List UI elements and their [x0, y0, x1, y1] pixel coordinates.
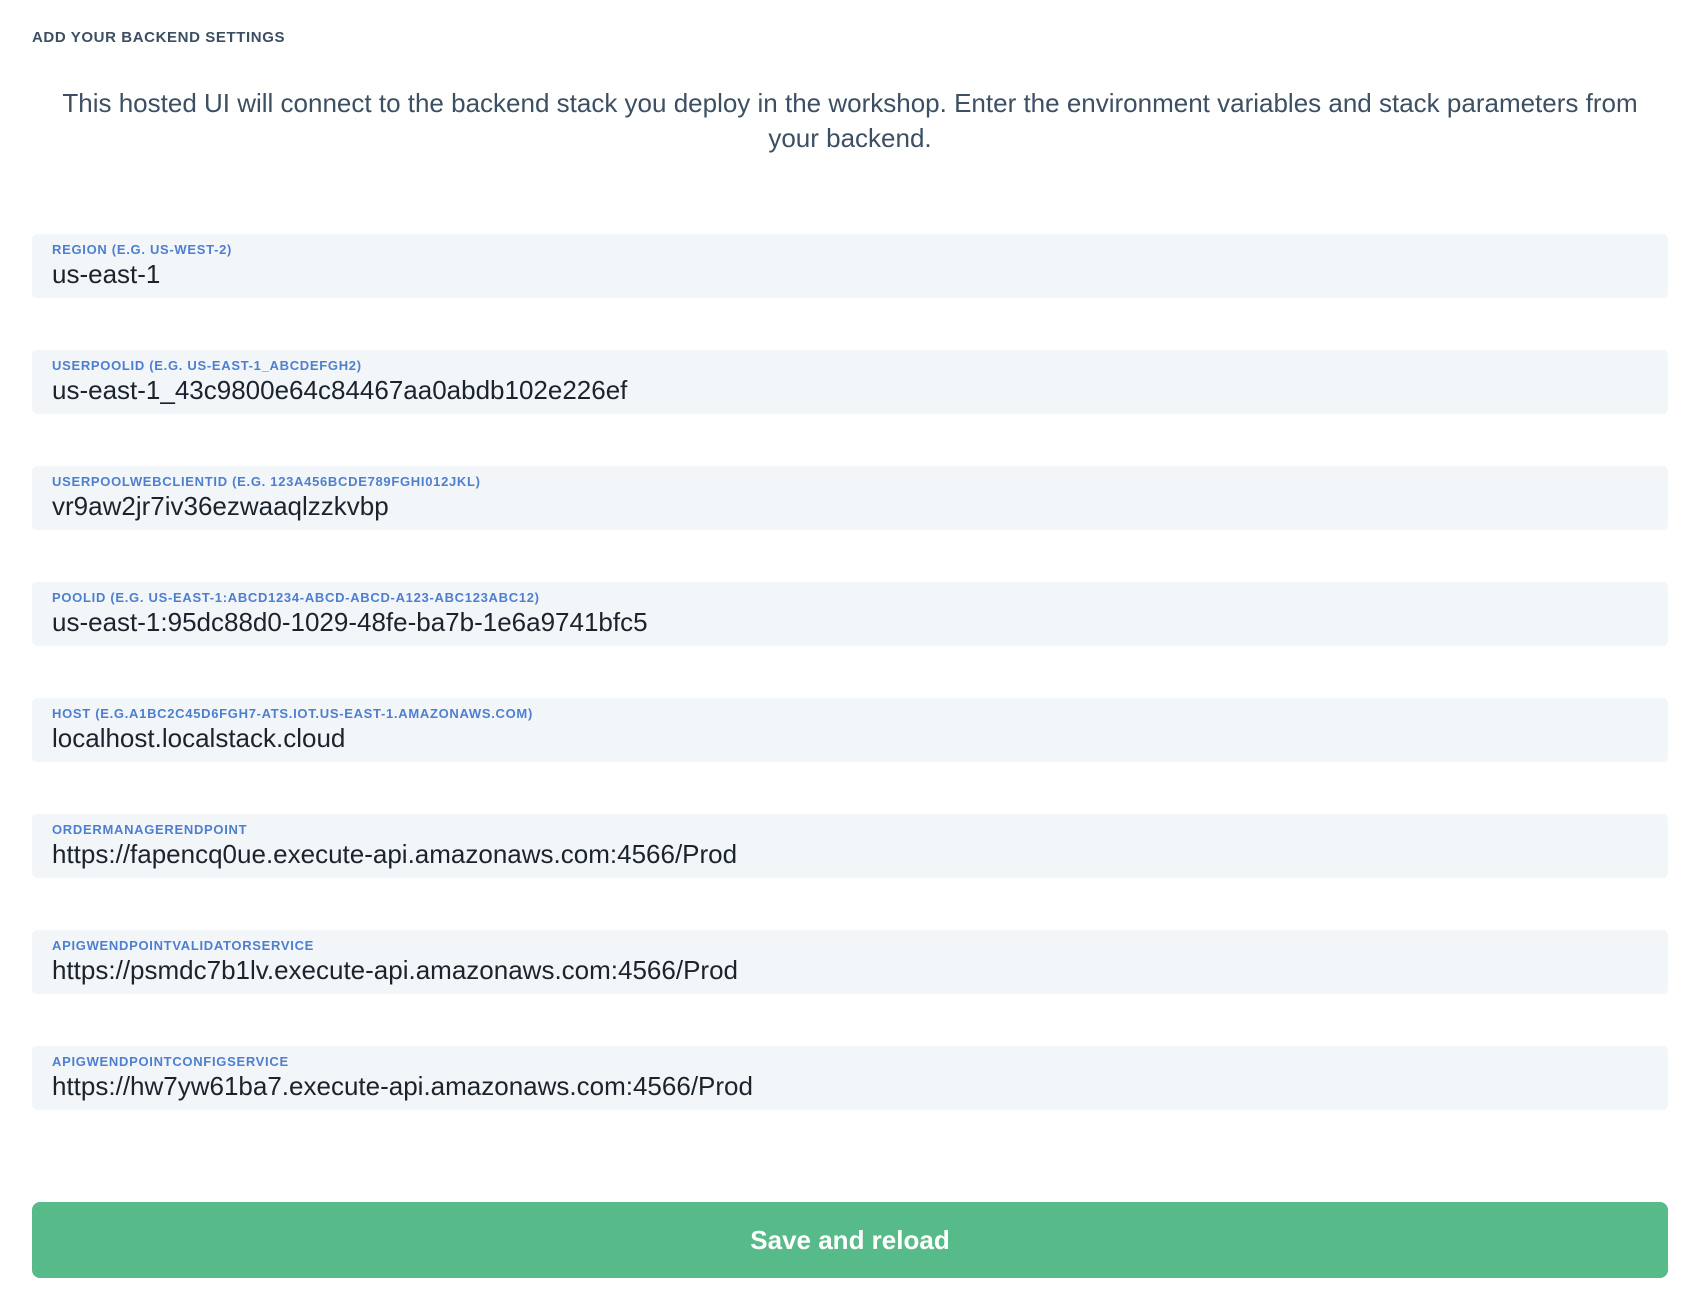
field-host[interactable]: HOST (E.G.A1BC2C45D6FGH7-ATS.IOT.US-EAST…: [32, 698, 1668, 762]
field-apigwendpointconfigservice-label: APIGWENDPOINTCONFIGSERVICE: [52, 1054, 1648, 1070]
field-ordermanagerendpoint-label: ORDERMANAGERENDPOINT: [52, 822, 1648, 838]
save-and-reload-button[interactable]: Save and reload: [32, 1202, 1668, 1278]
field-apigwendpointconfigservice[interactable]: APIGWENDPOINTCONFIGSERVICE: [32, 1046, 1668, 1110]
field-region-input[interactable]: [52, 259, 1648, 289]
field-apigwendpointconfigservice-input[interactable]: [52, 1071, 1648, 1101]
field-userpoolwebclientid[interactable]: USERPOOLWEBCLIENTID (E.G. 123A456BCDE789…: [32, 466, 1668, 530]
settings-form: REGION (E.G. US-WEST-2) USERPOOLID (E.G.…: [32, 234, 1668, 1110]
page-title: ADD YOUR BACKEND SETTINGS: [32, 28, 1668, 48]
field-apigwendpointvalidatorservice-input[interactable]: [52, 955, 1648, 985]
field-ordermanagerendpoint[interactable]: ORDERMANAGERENDPOINT: [32, 814, 1668, 878]
field-region-label: REGION (E.G. US-WEST-2): [52, 242, 1648, 258]
field-poolid[interactable]: POOLID (E.G. US-EAST-1:ABCD1234-ABCD-ABC…: [32, 582, 1668, 646]
field-userpoolid-input[interactable]: [52, 375, 1648, 405]
field-userpoolwebclientid-label: USERPOOLWEBCLIENTID (E.G. 123A456BCDE789…: [52, 474, 1648, 490]
field-apigwendpointvalidatorservice[interactable]: APIGWENDPOINTVALIDATORSERVICE: [32, 930, 1668, 994]
field-ordermanagerendpoint-input[interactable]: [52, 839, 1648, 869]
field-userpoolid-label: USERPOOLID (E.G. US-EAST-1_ABCDEFGH2): [52, 358, 1648, 374]
field-userpoolid[interactable]: USERPOOLID (E.G. US-EAST-1_ABCDEFGH2): [32, 350, 1668, 414]
backend-settings-page: ADD YOUR BACKEND SETTINGS This hosted UI…: [0, 0, 1698, 1304]
field-host-input[interactable]: [52, 723, 1648, 753]
field-poolid-input[interactable]: [52, 607, 1648, 637]
field-userpoolwebclientid-input[interactable]: [52, 491, 1648, 521]
field-apigwendpointvalidatorservice-label: APIGWENDPOINTVALIDATORSERVICE: [52, 938, 1648, 954]
field-region[interactable]: REGION (E.G. US-WEST-2): [32, 234, 1668, 298]
field-poolid-label: POOLID (E.G. US-EAST-1:ABCD1234-ABCD-ABC…: [52, 590, 1648, 606]
page-description: This hosted UI will connect to the backe…: [32, 86, 1668, 156]
field-host-label: HOST (E.G.A1BC2C45D6FGH7-ATS.IOT.US-EAST…: [52, 706, 1648, 722]
